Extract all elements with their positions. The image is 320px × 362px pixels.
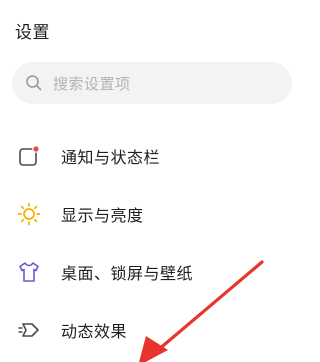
settings-item-display[interactable]: 显示与亮度 (0, 185, 280, 243)
settings-item-notifications[interactable]: 通知与状态栏 (0, 127, 280, 185)
notification-bell-icon (19, 145, 40, 166)
page-title: 设置 (15, 23, 50, 43)
settings-list: 通知与状态栏 显示与亮度 桌面、锁屏与壁纸 动态效果 (0, 127, 280, 359)
search-icon (26, 75, 42, 91)
motion-tag-icon (18, 323, 39, 337)
sun-icon (17, 202, 41, 226)
settings-item-wallpaper[interactable]: 桌面、锁屏与壁纸 (0, 243, 280, 301)
settings-item-label: 通知与状态栏 (61, 148, 161, 167)
search-placeholder: 搜索设置项 (53, 74, 131, 93)
tshirt-icon (19, 262, 39, 282)
settings-item-label: 动态效果 (61, 322, 128, 341)
settings-item-label: 桌面、锁屏与壁纸 (61, 264, 194, 283)
settings-item-motion[interactable]: 动态效果 (0, 301, 280, 359)
search-input[interactable]: 搜索设置项 (12, 62, 292, 104)
settings-item-label: 显示与亮度 (61, 206, 144, 225)
